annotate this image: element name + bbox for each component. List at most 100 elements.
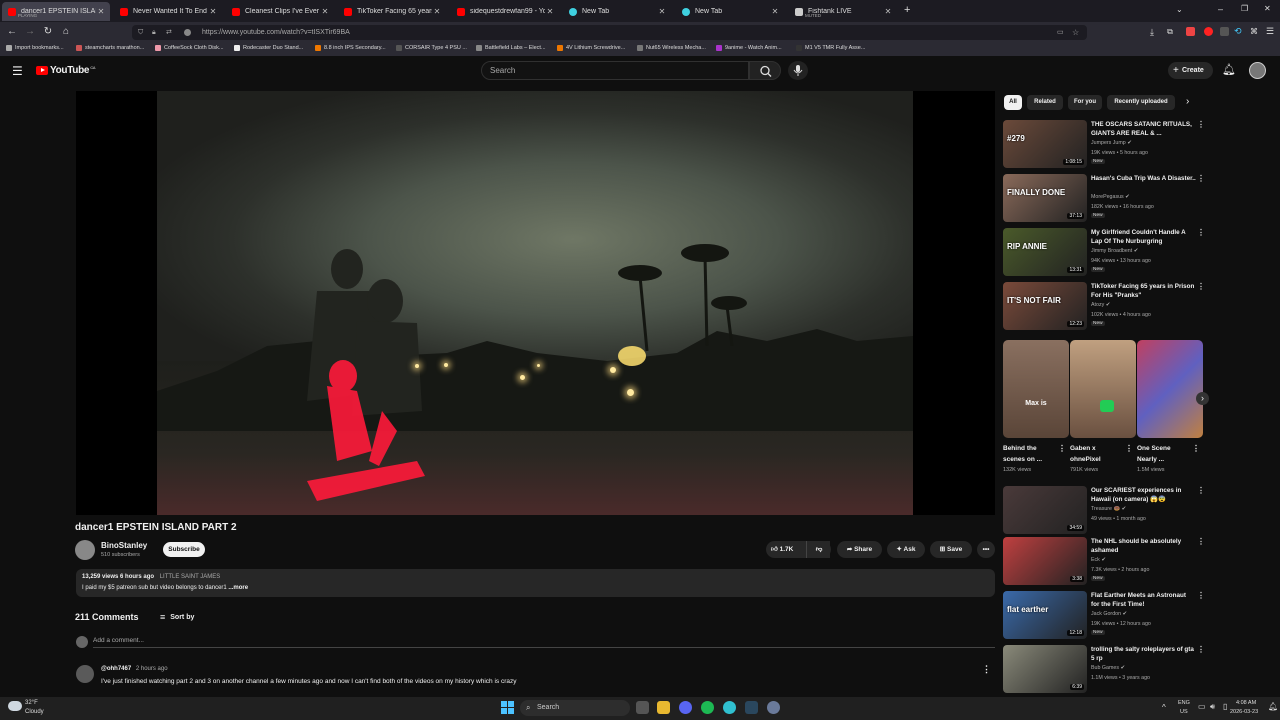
channel-name[interactable]: BinoStanley [101, 541, 147, 550]
list-tabs-icon[interactable]: ⌄ [1176, 5, 1183, 14]
recommended-video[interactable]: RIP ANNIE 13:31 My Girlfriend Couldn't Han… [1003, 228, 1208, 276]
close-tab-icon[interactable]: ✕ [208, 7, 218, 16]
battery-icon[interactable]: ▯ [1223, 702, 1227, 711]
extensions-icon[interactable]: ⧉ [1164, 26, 1176, 38]
recommended-video[interactable]: IT'S NOT FAIR 12:23 TikToker Facing 65 yea… [1003, 282, 1208, 330]
share-button[interactable]: ➦ Share [837, 541, 882, 558]
tab[interactable]: sidequestdrewfan99 - YouTube ✕ [451, 2, 559, 21]
bookmark-item[interactable]: M1 V5 TMR Fully Asse... [796, 45, 865, 51]
lock-icon[interactable]: 🔒︎ [152, 25, 156, 40]
bookmark-item[interactable]: Import bookmarks... [6, 45, 64, 51]
search-input[interactable]: Search [481, 61, 749, 80]
short-more-icon[interactable]: ⋮ [1125, 444, 1133, 453]
tab[interactable]: New Tab ✕ [563, 2, 671, 21]
translate-icon[interactable]: ⟲ [1234, 26, 1242, 37]
ask-button[interactable]: ✦ Ask [887, 541, 925, 558]
language-bottom[interactable]: US [1180, 709, 1188, 715]
home-icon[interactable]: ⌂ [60, 26, 72, 38]
weather-temp[interactable]: 32°F [25, 700, 38, 706]
recommended-video[interactable]: 34:59 Our SCARIEST experiences in Hawaii … [1003, 486, 1208, 534]
permissions-icon[interactable]: ⇄ [166, 25, 172, 40]
weather-cloud-icon[interactable] [8, 701, 22, 711]
more-vertical-icon[interactable]: ⋮ [1197, 486, 1205, 495]
extension-icon[interactable] [1204, 27, 1213, 36]
extension-icon[interactable] [1186, 27, 1195, 36]
bookmark-item[interactable]: 4V Lithium Screwdrive... [557, 45, 625, 51]
close-tab-icon[interactable]: ✕ [883, 7, 893, 16]
more-vertical-icon[interactable]: ⋮ [1197, 120, 1205, 129]
more-link[interactable]: ...more [227, 585, 248, 591]
search-button[interactable] [749, 61, 781, 80]
maximize-icon[interactable]: ❐ [1241, 4, 1248, 13]
more-vertical-icon[interactable]: ⋮ [1197, 282, 1205, 291]
more-actions-button[interactable]: ••• [977, 541, 995, 558]
account-avatar[interactable] [1249, 62, 1266, 79]
forward-icon[interactable]: → [24, 26, 36, 38]
file-explorer-icon[interactable] [657, 701, 670, 714]
settings-gear-icon[interactable] [767, 701, 780, 714]
close-tab-icon[interactable]: ✕ [96, 7, 106, 16]
chip-related[interactable]: Related [1027, 95, 1063, 110]
reader-view-icon[interactable]: ▭ [1057, 25, 1064, 40]
dislike-button[interactable]: 👎︎ [806, 541, 831, 558]
tab[interactable]: New Tab ✕ [676, 2, 784, 21]
close-tab-icon[interactable]: ✕ [320, 7, 330, 16]
bookmark-item[interactable]: 8.8 inch IPS Secondary... [315, 45, 386, 51]
recommended-video[interactable]: 6:39 trolling the salty roleplayers of gt… [1003, 645, 1208, 693]
recommended-video[interactable]: flat earther 12:18 Flat Earther Meets an A… [1003, 591, 1208, 639]
close-tab-icon[interactable]: ✕ [770, 7, 780, 16]
bookmark-item[interactable]: CORSAIR Type 4 PSU ... [396, 45, 467, 51]
clock-date[interactable]: 2026-03-23 [1230, 709, 1258, 715]
discord-icon[interactable] [679, 701, 692, 714]
bookmark-item[interactable]: Rodecaster Duo Stand... [234, 45, 303, 51]
address-bar[interactable]: ⛉ 🔒︎ ⇄ https://www.youtube.com/watch?v=t… [132, 25, 1087, 40]
clock-time[interactable]: 4:08 AM [1236, 700, 1256, 706]
youtube-logo[interactable]: YouTube CA [36, 65, 96, 76]
shorts-next-chevron-icon[interactable]: › [1196, 392, 1209, 405]
menu-icon[interactable]: ☰ [1266, 26, 1274, 37]
language-top[interactable]: ENG [1178, 700, 1190, 706]
music-tag[interactable]: LITTLE SAINT JAMES [160, 574, 221, 580]
windows-start-icon[interactable] [501, 701, 514, 714]
steam-icon[interactable] [745, 701, 758, 714]
short-more-icon[interactable]: ⋮ [1058, 444, 1066, 453]
downloads-icon[interactable]: ⤓ [1146, 26, 1158, 38]
bookmark-item[interactable]: Nut65 Wireless Mecha... [637, 45, 706, 51]
save-button[interactable]: ⊞ Save [930, 541, 972, 558]
more-vertical-icon[interactable]: ⋮ [1197, 645, 1205, 654]
bookmark-item[interactable]: CoffeeSock Cloth Disk... [155, 45, 224, 51]
browser-taskbar-icon[interactable] [723, 701, 736, 714]
hamburger-menu-icon[interactable]: ☰ [12, 64, 23, 78]
network-icon[interactable]: ▭ [1198, 702, 1206, 711]
bookmark-item[interactable]: Battlefield Labs – Elect... [476, 45, 546, 51]
chip-for-you[interactable]: For you [1068, 95, 1102, 110]
description-box[interactable]: 13,259 views 6 hours ago LITTLE SAINT JA… [76, 569, 995, 597]
new-tab-button[interactable]: + [904, 4, 910, 16]
tab[interactable]: Cleanest Clips I've Ever Hit... (Il ✕ [226, 2, 334, 21]
channel-avatar[interactable] [75, 540, 95, 560]
more-vertical-icon[interactable]: ⋮ [1197, 228, 1205, 237]
reload-icon[interactable]: ↻ [42, 26, 54, 38]
chip-all[interactable]: All [1004, 95, 1022, 110]
back-icon[interactable]: ← [6, 26, 18, 38]
sort-by-button[interactable]: ≡ Sort by [160, 612, 194, 622]
volume-icon[interactable]: 🔊︎ [1210, 702, 1215, 712]
more-vertical-icon[interactable]: ⋮ [1197, 591, 1205, 600]
bookmark-item[interactable]: 9anime - Watch Anim... [716, 45, 782, 51]
shield-icon[interactable]: ⛉ [138, 25, 143, 40]
create-button[interactable]: + Create [1168, 62, 1213, 79]
chip-recently-uploaded[interactable]: Recently uploaded [1107, 95, 1175, 110]
recommended-video[interactable]: 3:38 The NHL should be absolutely ashamed… [1003, 537, 1208, 585]
tray-chevron-up-icon[interactable]: ^ [1162, 703, 1166, 712]
subscribe-button[interactable]: Subscribe [163, 542, 205, 557]
close-tab-icon[interactable]: ✕ [432, 7, 442, 16]
recommended-video[interactable]: FINALLY DONE 37:13 Hasan's Cuba Trip Was A… [1003, 174, 1208, 222]
voice-search-button[interactable] [788, 61, 808, 80]
tab[interactable]: Fishtank LIVE MUTED ✕ [789, 2, 897, 21]
tab[interactable]: Never Wanted It To End - YouTube ✕ [114, 2, 222, 21]
more-vertical-icon[interactable]: ⋮ [1197, 174, 1205, 183]
tab[interactable]: TikToker Facing 65 years in Priso ✕ [338, 2, 446, 21]
recommended-video[interactable]: #279 1:08:15 THE OSCARS SATANIC RITUALS, G… [1003, 120, 1208, 168]
add-comment-input[interactable]: Add a comment... [93, 637, 995, 648]
extension-icon[interactable] [1220, 27, 1229, 36]
